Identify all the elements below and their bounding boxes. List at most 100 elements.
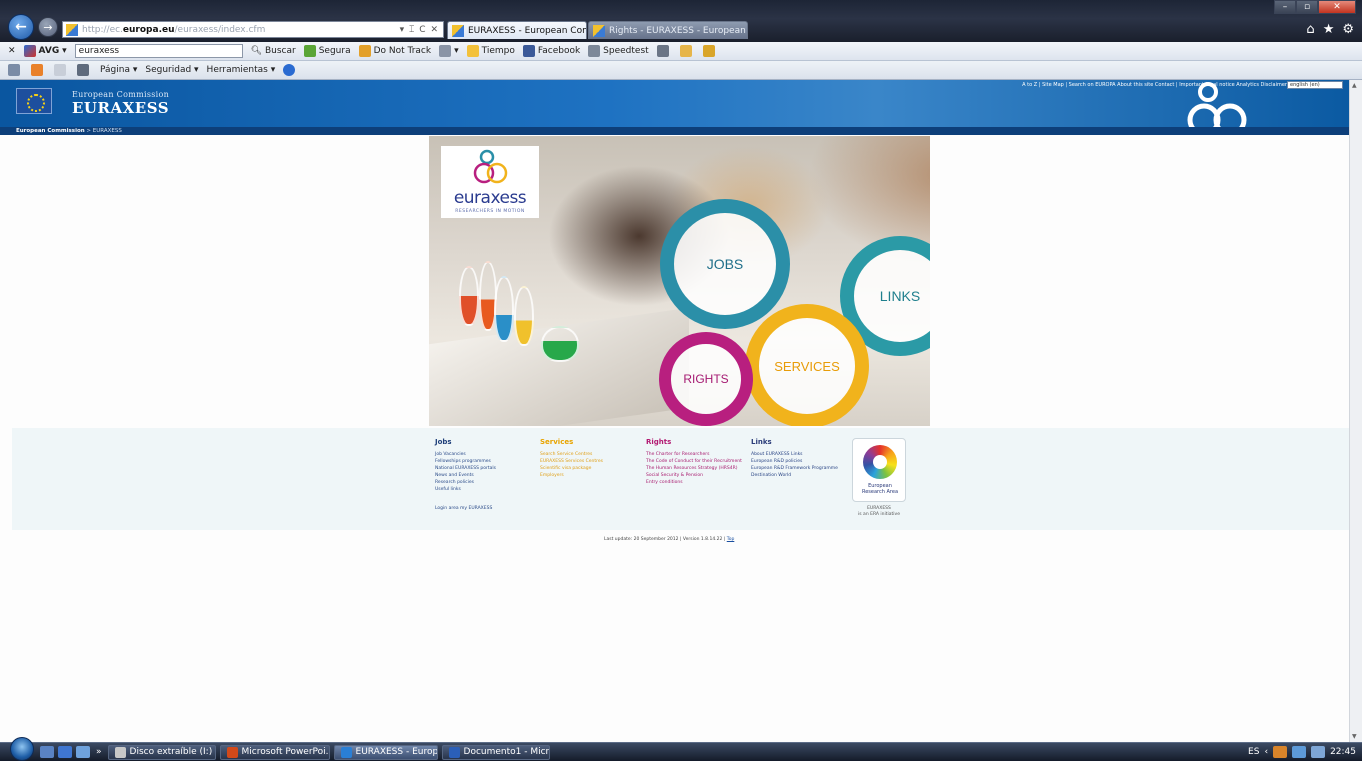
footer-heading-services[interactable]: Services — [540, 438, 603, 446]
footer-link[interactable]: About EURAXESS Links — [751, 451, 838, 458]
avg-search-input[interactable]: euraxess — [74, 44, 243, 58]
scroll-down-icon[interactable]: ▼ — [1352, 733, 1357, 740]
footer-link[interactable]: European R&D Framework Programme — [751, 465, 838, 472]
page-scrollbar[interactable]: ▲ ▼ — [1349, 80, 1362, 742]
services-ring-link[interactable]: SERVICES — [745, 304, 869, 426]
game-icon[interactable] — [702, 45, 715, 57]
notes-icon[interactable] — [679, 45, 692, 57]
calculator-icon[interactable] — [656, 45, 669, 57]
avg-item-dnt[interactable]: Do Not Track — [358, 45, 431, 57]
footer-column-rights: Rights The Charter for Researchers The C… — [646, 438, 742, 486]
avg-item-speedtest[interactable]: Speedtest — [588, 45, 649, 57]
ie-quicklaunch-icon[interactable] — [58, 746, 72, 758]
footer-heading-links[interactable]: Links — [751, 438, 838, 446]
rss-icon[interactable] — [31, 64, 43, 76]
menu-pagina[interactable]: Página ▾ — [100, 65, 137, 75]
tab-euraxess[interactable]: EURAXESS - European Com... ✕ — [447, 21, 587, 39]
language-indicator[interactable]: ES — [1248, 747, 1259, 757]
tab-rights[interactable]: Rights - EURAXESS - European ... — [588, 21, 748, 39]
jobs-ring-link[interactable]: JOBS — [660, 199, 790, 329]
minimize-button[interactable]: – — [1274, 0, 1296, 14]
browser-icons: ⌂ ★ ⚙ — [1306, 22, 1354, 37]
menu-seguridad[interactable]: Seguridad ▾ — [145, 65, 198, 75]
footer-link[interactable]: Entry conditions — [646, 479, 742, 486]
footer-link[interactable]: EURAXESS Services Centres — [540, 458, 603, 465]
top-link[interactable]: Top — [727, 537, 735, 542]
last-update-line: Last update: 20 September 2012 | Version… — [604, 537, 734, 542]
tab-label: EURAXESS - European Com... — [468, 25, 587, 36]
footer-link[interactable]: Job Vacancies — [435, 451, 496, 458]
footer-link[interactable]: Scientific visa package — [540, 465, 603, 472]
footer-link[interactable]: The Code of Conduct for their Recruitmen… — [646, 458, 742, 465]
address-bar[interactable]: http://ec.europa.eu/euraxess/index.cfm ▾… — [62, 21, 444, 38]
avg-item-tiempo[interactable]: Tiempo — [466, 45, 515, 57]
footer-link[interactable]: Social Security & Pension — [646, 472, 742, 479]
print-icon[interactable] — [77, 64, 89, 76]
forward-button[interactable]: → — [38, 17, 58, 37]
task-word[interactable]: Documento1 - Micr... — [441, 744, 550, 760]
mail-icon[interactable] — [54, 64, 66, 76]
footer-link[interactable]: The Charter for Researchers — [646, 451, 742, 458]
quicklaunch-more-icon[interactable]: » — [96, 747, 102, 757]
login-link[interactable]: Login area my EURAXESS — [435, 506, 492, 511]
close-window-button[interactable]: ✕ — [1318, 0, 1356, 14]
page-icon[interactable] — [8, 64, 20, 76]
show-desktop-icon[interactable] — [40, 746, 54, 758]
avg-item-segura[interactable]: Segura — [303, 45, 351, 57]
last-update-text: Last update: 20 September 2012 | Version… — [604, 537, 727, 542]
header-site-title[interactable]: EURAXESS — [72, 99, 169, 117]
back-button[interactable]: ← — [8, 14, 34, 40]
avg-brand[interactable]: AVG ▾ — [23, 45, 67, 57]
hero-logo-card: euraxess RESEARCHERS IN MOTION — [441, 146, 539, 218]
avg-item-menu[interactable]: ▾ — [439, 45, 459, 57]
footer-link[interactable]: National EURAXESS portals — [435, 465, 496, 472]
volume-icon[interactable] — [1311, 746, 1326, 758]
footer-link[interactable]: Search Service Centres — [540, 451, 603, 458]
footer-link[interactable]: Useful links — [435, 486, 496, 493]
explorer-quicklaunch-icon[interactable] — [76, 746, 90, 758]
scroll-up-icon[interactable]: ▲ — [1352, 82, 1357, 89]
breadcrumb-root[interactable]: European Commission — [16, 128, 85, 134]
star-icon[interactable]: ★ — [1323, 22, 1335, 37]
menu-herramientas[interactable]: Herramientas ▾ — [207, 65, 276, 75]
start-button[interactable] — [10, 737, 34, 761]
task-powerpoint[interactable]: Microsoft PowerPoi... — [219, 744, 330, 760]
address-url[interactable]: http://ec.europa.eu/euraxess/index.cfm — [82, 25, 396, 35]
network-icon[interactable] — [1292, 746, 1307, 758]
tray-expand-icon[interactable]: ‹ — [1264, 747, 1268, 757]
do-not-track-icon — [358, 45, 371, 57]
language-select[interactable]: english (en) — [1287, 81, 1343, 89]
avg-logo-icon — [23, 45, 36, 57]
maximize-button[interactable]: ▫ — [1296, 0, 1318, 14]
footer-link[interactable]: The Human Resources Strategy (HRS4R) — [646, 465, 742, 472]
system-tray: ES ‹ 22:45 — [1248, 746, 1356, 758]
clock[interactable]: 22:45 — [1330, 747, 1356, 757]
tray-app-icon[interactable] — [1273, 746, 1288, 758]
footer-link[interactable]: Research policies — [435, 479, 496, 486]
home-icon[interactable]: ⌂ — [1306, 22, 1314, 37]
footer-link[interactable]: Employers — [540, 472, 603, 479]
avg-item-facebook[interactable]: Facebook — [522, 45, 580, 57]
back-arrow-icon: ← — [15, 19, 27, 35]
shield-icon — [303, 45, 316, 57]
footer-link[interactable]: Fellowships programmes — [435, 458, 496, 465]
footer-heading-rights[interactable]: Rights — [646, 438, 742, 446]
rights-ring-link[interactable]: RIGHTS — [659, 332, 753, 426]
eu-flag-icon[interactable] — [16, 88, 52, 114]
era-badge-link[interactable]: European Research Area — [852, 438, 906, 502]
flask-red — [459, 266, 479, 326]
powerpoint-icon — [226, 746, 238, 758]
footer-link[interactable]: European R&D policies — [751, 458, 838, 465]
task-removable-disk[interactable]: Disco extraíble (I:) — [107, 744, 216, 760]
footer-heading-jobs[interactable]: Jobs — [435, 438, 496, 446]
rights-ring-label: RIGHTS — [683, 372, 729, 386]
avg-search-button[interactable]: 🔍︎ Buscar — [251, 46, 296, 56]
task-browser[interactable]: EURAXESS - Europe... — [333, 744, 438, 760]
close-toolbar-icon[interactable]: ✕ — [8, 46, 16, 56]
footer-link[interactable]: News and Events — [435, 472, 496, 479]
breadcrumb-current: EURAXESS — [92, 128, 122, 134]
gear-icon[interactable]: ⚙ — [1342, 22, 1354, 37]
help-icon[interactable] — [283, 64, 296, 76]
footer-link[interactable]: Destination World — [751, 472, 838, 479]
address-controls[interactable]: ▾ ⌶ C ✕ — [396, 25, 443, 35]
